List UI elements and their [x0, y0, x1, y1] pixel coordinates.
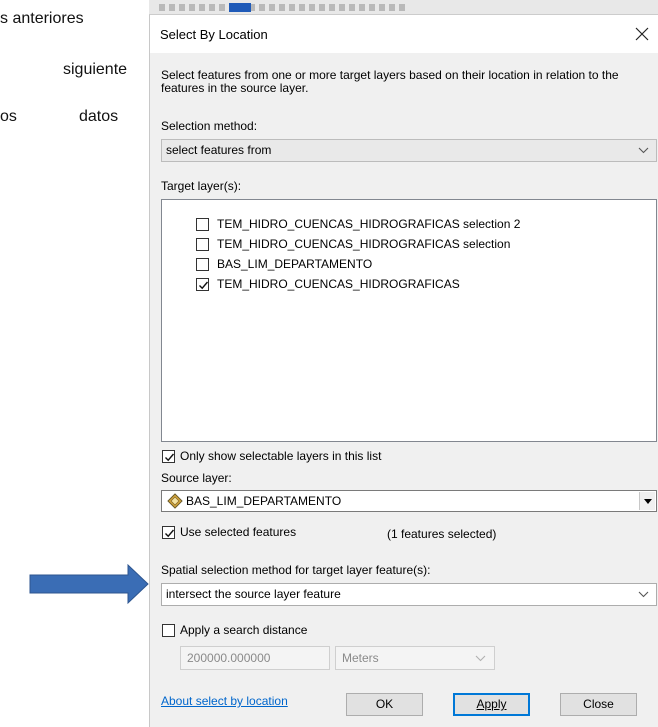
ok-button[interactable]: OK [346, 693, 423, 716]
apply-distance-label: Apply a search distance [180, 623, 308, 637]
target-layers-list[interactable]: TEM_HIDRO_CUENCAS_HIDROGRAFICAS selectio… [161, 199, 657, 442]
background-document: s anteriores siguiente os datos [0, 0, 150, 727]
polygon-layer-icon [167, 493, 183, 509]
distance-input[interactable]: 200000.000000 [180, 646, 330, 670]
background-text-line-3b: datos [79, 108, 119, 125]
selection-method-label: Selection method: [161, 119, 258, 133]
background-text-line-1: s anteriores [0, 10, 84, 27]
target-layer-label: TEM_HIDRO_CUENCAS_HIDROGRAFICAS selectio… [217, 217, 521, 231]
close-button-label: Close [583, 697, 614, 711]
apply-button[interactable]: Apply [453, 693, 530, 716]
source-layer-label: Source layer: [161, 471, 232, 485]
only-selectable-label: Only show selectable layers in this list [180, 449, 382, 463]
features-selected-count: (1 features selected) [387, 527, 497, 541]
source-layer-dropdown[interactable]: BAS_LIM_DEPARTAMENTO [161, 490, 657, 512]
chevron-down-icon [475, 647, 486, 669]
dropdown-arrow-icon [639, 492, 655, 510]
background-text-line-3a: os [0, 108, 17, 125]
selection-method-dropdown[interactable]: select features from [161, 139, 657, 162]
target-layer-checkbox[interactable] [196, 278, 209, 291]
target-layer-label: TEM_HIDRO_CUENCAS_HIDROGRAFICAS selectio… [217, 237, 511, 251]
apply-distance-checkbox[interactable] [162, 624, 175, 637]
only-selectable-checkbox[interactable] [162, 450, 175, 463]
about-link[interactable]: About select by location [161, 694, 288, 708]
apply-button-label: Apply [476, 697, 507, 711]
target-layer-label: BAS_LIM_DEPARTAMENTO [217, 257, 373, 271]
chevron-down-icon [638, 584, 650, 605]
spatial-method-dropdown[interactable]: intersect the source layer feature [161, 583, 657, 606]
use-selected-checkbox[interactable] [162, 526, 175, 539]
dialog-description: Select features from one or more target … [161, 68, 619, 95]
title-bar: Select By Location [150, 15, 658, 53]
target-layer-checkbox[interactable] [196, 258, 209, 271]
distance-unit-dropdown[interactable]: Meters [335, 646, 495, 670]
target-layers-label: Target layer(s): [161, 179, 242, 193]
spatial-method-label: Spatial selection method for target laye… [161, 563, 431, 577]
spatial-method-value: intersect the source layer feature [166, 587, 341, 601]
app-toolbar-strip [149, 0, 658, 15]
dialog-title: Select By Location [160, 27, 268, 42]
target-layer-checkbox[interactable] [196, 238, 209, 251]
use-selected-label: Use selected features [180, 525, 297, 539]
source-layer-value: BAS_LIM_DEPARTAMENTO [186, 494, 342, 508]
background-text-line-2: siguiente [63, 61, 128, 78]
select-by-location-dialog: Select By Location Select features from … [149, 15, 658, 727]
distance-unit-value: Meters [342, 651, 379, 665]
target-layer-label: TEM_HIDRO_CUENCAS_HIDROGRAFICAS [217, 277, 460, 291]
close-button[interactable]: Close [560, 693, 637, 716]
selection-method-value: select features from [166, 143, 272, 157]
target-layer-checkbox[interactable] [196, 218, 209, 231]
chevron-down-icon [638, 140, 650, 161]
pointer-arrow-icon [29, 563, 149, 605]
close-icon[interactable] [630, 22, 654, 46]
